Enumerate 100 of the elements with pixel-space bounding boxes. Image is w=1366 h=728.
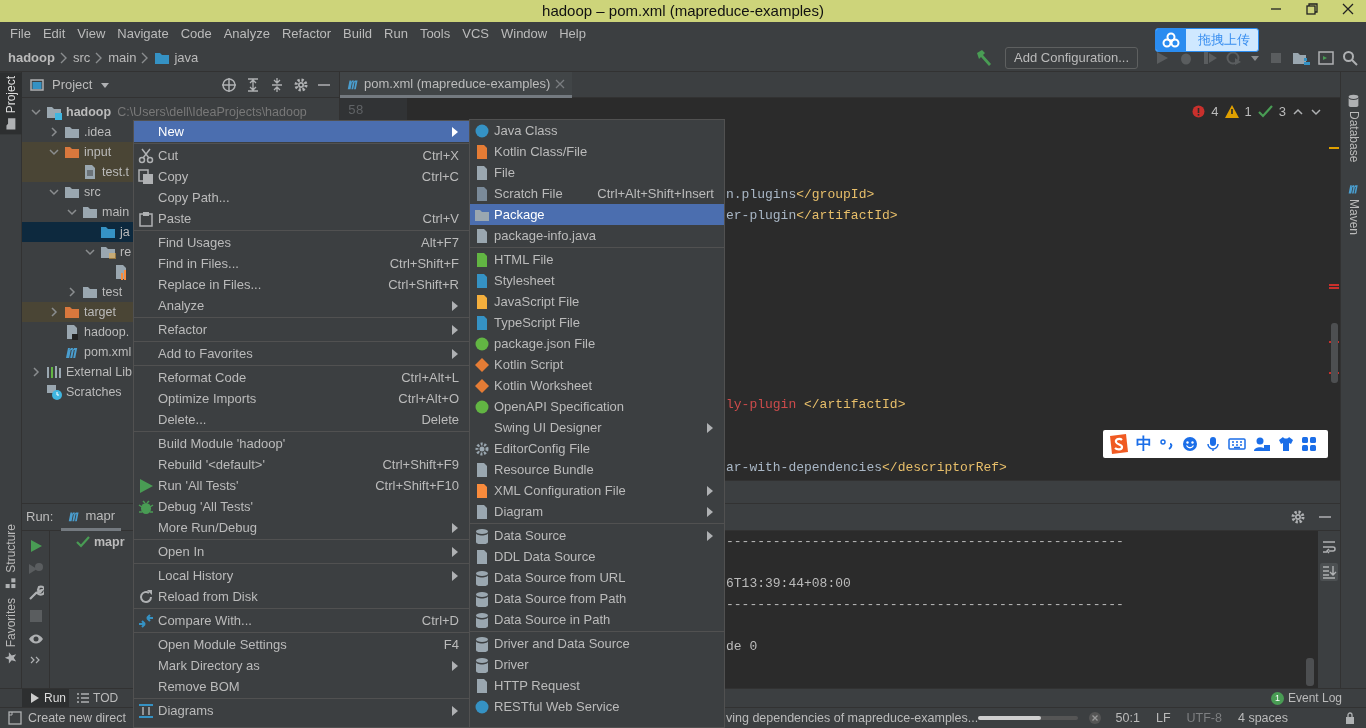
- tree-item[interactable]: ja: [22, 222, 133, 242]
- menu-item[interactable]: View: [71, 22, 112, 45]
- tree-item[interactable]: mapr: [50, 531, 125, 552]
- menu-item[interactable]: New: [134, 121, 469, 142]
- menu-item[interactable]: Reformat Code Ctrl+Alt+L: [134, 367, 469, 388]
- menu-item[interactable]: Stylesheet: [470, 270, 724, 291]
- menu-item[interactable]: Analyze: [134, 295, 469, 316]
- menu-item[interactable]: Run 'All Tests' Ctrl+Shift+F10: [134, 475, 469, 496]
- menu-item[interactable]: Scratch File Ctrl+Alt+Shift+Insert: [470, 183, 724, 204]
- more-icon[interactable]: [29, 655, 42, 665]
- menu-item[interactable]: File: [4, 22, 37, 45]
- settings-icon[interactable]: [293, 76, 309, 93]
- menu-item[interactable]: Remove BOM: [134, 676, 469, 697]
- breadcrumb[interactable]: java: [174, 48, 199, 68]
- menu-item[interactable]: Build: [337, 22, 378, 45]
- collapse-all-icon[interactable]: [269, 76, 285, 93]
- menu-item[interactable]: EditorConfig File: [470, 438, 724, 459]
- menu-item[interactable]: Refactor: [134, 319, 469, 340]
- tree-item[interactable]: test: [22, 282, 133, 302]
- tree-item[interactable]: main: [22, 202, 133, 222]
- chevron-icon[interactable]: [30, 106, 42, 118]
- indent-setting[interactable]: 4 spaces: [1237, 708, 1288, 728]
- tool-window-tab[interactable]: Database: [1341, 90, 1366, 167]
- tree-item[interactable]: src: [22, 182, 133, 202]
- menu-item[interactable]: Help: [553, 22, 592, 45]
- punctuation-icon[interactable]: [1159, 436, 1175, 452]
- coverage-icon[interactable]: [1202, 50, 1218, 66]
- menu-item[interactable]: Mark Directory as: [134, 655, 469, 676]
- bottom-tab[interactable]: Run: [22, 688, 69, 708]
- breadcrumb[interactable]: src: [72, 48, 91, 68]
- breadcrumb[interactable]: main: [108, 48, 137, 68]
- menu-item[interactable]: Reload from Disk: [134, 586, 469, 607]
- restore-icon[interactable]: [1306, 3, 1318, 15]
- editor-tab[interactable]: pom.xml (mapreduce-examples): [340, 72, 573, 98]
- menu-item[interactable]: Edit: [36, 22, 72, 45]
- configuration-tab[interactable]: mapr: [61, 503, 122, 531]
- menu-item[interactable]: XML Configuration File: [470, 480, 724, 501]
- chevron-icon[interactable]: [30, 366, 42, 378]
- menu-item[interactable]: Delete... Delete: [134, 409, 469, 430]
- menu-item[interactable]: package.json File: [470, 333, 724, 354]
- menu-item[interactable]: Build Module 'hadoop': [134, 433, 469, 454]
- scrollbar-thumb[interactable]: [1306, 658, 1314, 686]
- terminal-icon[interactable]: [1318, 50, 1334, 66]
- chevron-icon[interactable]: [66, 206, 78, 218]
- lock-icon[interactable]: [1344, 712, 1356, 724]
- menu-item[interactable]: Find in Files... Ctrl+Shift+F: [134, 253, 469, 274]
- project-structure-icon[interactable]: [1292, 50, 1310, 66]
- chevron-icon[interactable]: [84, 246, 96, 258]
- menu-item[interactable]: Tools: [413, 22, 457, 45]
- menu-item[interactable]: File: [470, 162, 724, 183]
- expand-all-icon[interactable]: [245, 76, 261, 93]
- event-log-button[interactable]: 1 Event Log: [1270, 689, 1366, 707]
- menu-item[interactable]: Add to Favorites: [134, 343, 469, 364]
- menu-item[interactable]: Optimize Imports Ctrl+Alt+O: [134, 388, 469, 409]
- menu-item[interactable]: HTTP Request: [470, 675, 724, 696]
- tree-item[interactable]: re: [22, 242, 133, 262]
- menu-item[interactable]: Refactor: [275, 22, 338, 45]
- menu-item[interactable]: Analyze: [217, 22, 276, 45]
- scroll-to-end-icon[interactable]: [1320, 563, 1338, 581]
- tree-item[interactable]: hadoop C:\Users\dell\IdeaProjects\hadoop: [22, 102, 339, 122]
- tree-item[interactable]: .idea: [22, 122, 133, 142]
- menu-item[interactable]: Diagrams: [134, 700, 469, 721]
- menu-item[interactable]: Kotlin Class/File: [470, 141, 724, 162]
- tool-window-tab[interactable]: Project: [0, 72, 22, 135]
- chevron-icon[interactable]: [66, 286, 78, 298]
- menu-item[interactable]: OpenAPI Specification: [470, 396, 724, 417]
- tree-item[interactable]: hadoop.: [22, 322, 133, 342]
- menu-item[interactable]: JavaScript File: [470, 291, 724, 312]
- settings-icon[interactable]: [1290, 509, 1306, 525]
- menu-item[interactable]: HTML File: [470, 249, 724, 270]
- warning-count[interactable]: 1: [1244, 102, 1252, 122]
- tool-window-tab[interactable]: Favorites: [0, 593, 22, 668]
- menu-item[interactable]: Kotlin Worksheet: [470, 375, 724, 396]
- menu-item[interactable]: package-info.java: [470, 225, 724, 246]
- bottom-tab[interactable]: TOD: [69, 688, 122, 708]
- menu-item[interactable]: Data Source from Path: [470, 588, 724, 609]
- menu-item[interactable]: TypeScript File: [470, 312, 724, 333]
- menu-item[interactable]: Copy Ctrl+C: [134, 166, 469, 187]
- menu-item[interactable]: Cut Ctrl+X: [134, 145, 469, 166]
- hammer-icon[interactable]: [975, 49, 994, 67]
- menu-item[interactable]: Resource Bundle: [470, 459, 724, 480]
- menu-item[interactable]: Navigate: [111, 22, 175, 45]
- chevron-icon[interactable]: [48, 126, 60, 138]
- menu-item[interactable]: Window: [494, 22, 554, 45]
- menu-item[interactable]: Code: [174, 22, 218, 45]
- shirt-icon[interactable]: [1278, 436, 1294, 452]
- panel-title[interactable]: Project: [52, 74, 93, 95]
- search-icon[interactable]: [1342, 50, 1358, 66]
- menu-item[interactable]: Java Class: [470, 120, 724, 141]
- menu-item[interactable]: Data Source in Path: [470, 609, 724, 630]
- menu-item[interactable]: Driver and Data Source: [470, 633, 724, 654]
- menu-item[interactable]: Copy Path...: [134, 187, 469, 208]
- menu-item[interactable]: DDL Data Source: [470, 546, 724, 567]
- tree-item[interactable]: test.t: [22, 162, 133, 182]
- menu-item[interactable]: Diagram: [470, 501, 724, 522]
- chevron-icon[interactable]: [48, 306, 60, 318]
- menu-item[interactable]: VCS: [456, 22, 495, 45]
- tool-windows-icon[interactable]: [8, 711, 22, 725]
- menu-item[interactable]: Local History: [134, 565, 469, 586]
- breadcrumb[interactable]: hadoop: [8, 48, 55, 68]
